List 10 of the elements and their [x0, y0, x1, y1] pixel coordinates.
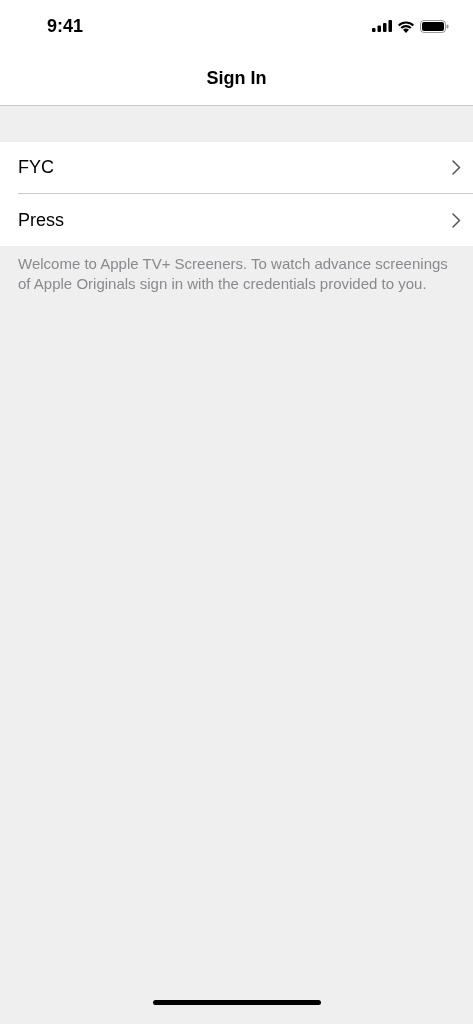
chevron-icon: [452, 212, 461, 228]
battery-icon: [420, 19, 449, 33]
status-time: 9:41: [47, 14, 84, 38]
wifi-icon: [397, 19, 415, 33]
list-item[interactable]: FYC: [18, 142, 473, 194]
chevron-icon: [452, 160, 461, 175]
list-item[interactable]: Press: [18, 194, 473, 246]
nav-title: Sign In: [206, 67, 267, 90]
footer-text: Welcome to Apple TV+ Screeners. To watch advance screenings of Apple Originals sign in with the credentials provided to you.: [17, 254, 449, 294]
signal-icon: [372, 20, 392, 32]
